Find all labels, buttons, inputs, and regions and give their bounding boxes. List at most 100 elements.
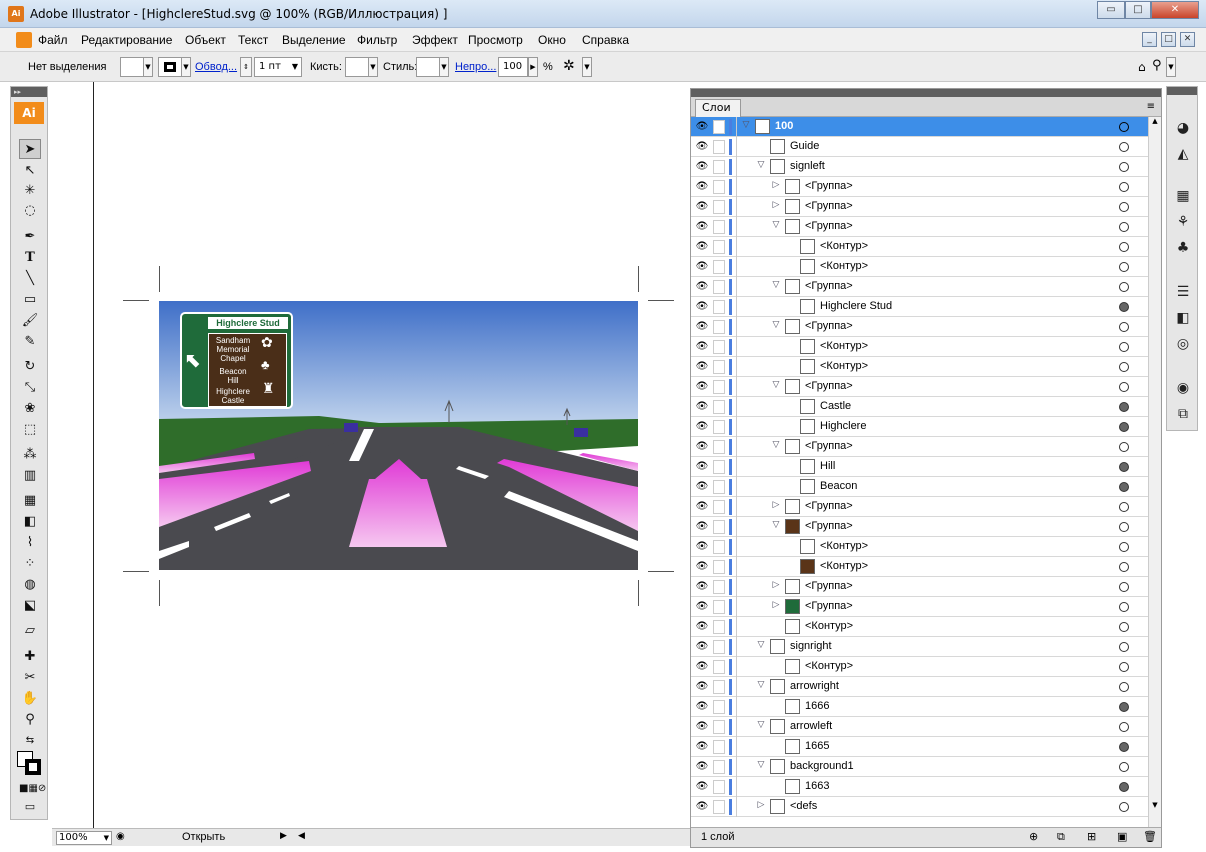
layer-row[interactable]: 👁 ▽ background1	[691, 757, 1149, 777]
visibility-eye-icon[interactable]: 👁	[695, 140, 709, 154]
target-circle-icon[interactable]	[1119, 622, 1129, 632]
visibility-eye-icon[interactable]: 👁	[695, 680, 709, 694]
stroke-color-icon[interactable]	[25, 759, 41, 775]
visibility-eye-icon[interactable]: 👁	[695, 540, 709, 554]
gradient-tool-icon[interactable]: ◧	[19, 512, 41, 532]
expand-triangle-icon[interactable]: ▽	[756, 760, 766, 770]
visibility-eye-icon[interactable]: 👁	[695, 620, 709, 634]
layer-row[interactable]: 👁 ▽ signright	[691, 637, 1149, 657]
expand-triangle-icon[interactable]: ▽	[771, 280, 781, 290]
new-layer-icon[interactable]: ▣	[1117, 830, 1127, 843]
target-circle-icon[interactable]	[1119, 222, 1129, 232]
layer-row[interactable]: 👁 Beacon	[691, 477, 1149, 497]
visibility-eye-icon[interactable]: 👁	[695, 500, 709, 514]
make-clipping-mask-icon[interactable]: ⧉	[1057, 830, 1065, 844]
layer-row[interactable]: 👁 ▽ <Группа>	[691, 437, 1149, 457]
line-tool-icon[interactable]: ╲	[19, 269, 41, 289]
visibility-eye-icon[interactable]: 👁	[695, 760, 709, 774]
graph-tool-icon[interactable]: ▥	[19, 466, 41, 486]
layer-row[interactable]: 👁 ▽ signleft	[691, 157, 1149, 177]
target-circle-icon[interactable]	[1119, 442, 1129, 452]
recolor-icon[interactable]: ✲	[563, 58, 575, 74]
visibility-eye-icon[interactable]: 👁	[695, 640, 709, 654]
menu-file[interactable]: Файл	[38, 33, 68, 47]
target-circle-icon[interactable]	[1119, 362, 1129, 372]
maximize-button[interactable]: □	[1125, 1, 1151, 19]
stroke-weight-stepper[interactable]: ⇕	[240, 57, 252, 77]
menu-edit[interactable]: Редактирование	[81, 33, 172, 47]
target-circle-icon[interactable]	[1119, 302, 1129, 312]
layer-row[interactable]: 👁 <Контур>	[691, 257, 1149, 277]
target-circle-icon[interactable]	[1119, 562, 1129, 572]
status-arrow-icon[interactable]: ▶	[280, 831, 287, 841]
rectangle-tool-icon[interactable]: ▭	[19, 290, 41, 310]
target-circle-icon[interactable]	[1119, 142, 1129, 152]
doc-restore-button[interactable]: □	[1161, 32, 1176, 47]
lock-toggle[interactable]	[713, 600, 725, 614]
expand-triangle-icon[interactable]: ▽	[771, 220, 781, 230]
expand-triangle-icon[interactable]: ▽	[771, 380, 781, 390]
visibility-eye-icon[interactable]: 👁	[695, 220, 709, 234]
layer-row[interactable]: 👁 ▷ <Группа>	[691, 177, 1149, 197]
magic-wand-tool-icon[interactable]: ✳	[19, 181, 41, 201]
brush-dropdown[interactable]: ▼	[368, 57, 378, 77]
opacity-field[interactable]: 100	[498, 57, 528, 77]
lock-toggle[interactable]	[713, 220, 725, 234]
lock-toggle[interactable]	[713, 420, 725, 434]
lock-toggle[interactable]	[713, 780, 725, 794]
lock-toggle[interactable]	[713, 140, 725, 154]
target-circle-icon[interactable]	[1119, 602, 1129, 612]
layer-row[interactable]: 👁 1665	[691, 737, 1149, 757]
expand-triangle-icon[interactable]: ▽	[756, 160, 766, 170]
minimize-button[interactable]: ▭	[1097, 1, 1125, 19]
selection-tool-icon[interactable]: ➤	[19, 139, 41, 159]
dock-header[interactable]	[1167, 87, 1197, 95]
visibility-eye-icon[interactable]: 👁	[695, 740, 709, 754]
opacity-link[interactable]: Непро...	[455, 61, 496, 73]
visibility-eye-icon[interactable]: 👁	[695, 360, 709, 374]
lock-toggle[interactable]	[713, 760, 725, 774]
visibility-eye-icon[interactable]: 👁	[695, 120, 709, 134]
layer-row[interactable]: 👁 ▽ <Группа>	[691, 517, 1149, 537]
menu-view[interactable]: Просмотр	[468, 33, 523, 47]
transparency-panel-icon[interactable]: ◎	[1171, 333, 1195, 355]
lock-toggle[interactable]	[713, 280, 725, 294]
lock-toggle[interactable]	[713, 720, 725, 734]
target-circle-icon[interactable]	[1119, 522, 1129, 532]
layer-row[interactable]: 👁 ▷ <Группа>	[691, 497, 1149, 517]
lock-toggle[interactable]	[713, 800, 725, 814]
swap-fill-stroke-icon[interactable]: ⇆	[19, 731, 41, 751]
lock-toggle[interactable]	[713, 180, 725, 194]
locate-object-icon[interactable]: ⊕	[1029, 830, 1038, 843]
lock-toggle[interactable]	[713, 620, 725, 634]
layer-row[interactable]: 👁 ▷ <Группа>	[691, 597, 1149, 617]
gradient-panel-icon[interactable]: ◧	[1171, 307, 1195, 329]
target-circle-icon[interactable]	[1119, 662, 1129, 672]
lock-toggle[interactable]	[713, 460, 725, 474]
style-dropdown[interactable]: ▼	[439, 57, 449, 77]
target-circle-icon[interactable]	[1119, 642, 1129, 652]
visibility-eye-icon[interactable]: 👁	[695, 700, 709, 714]
layer-row[interactable]: 👁 ▽ <Группа>	[691, 277, 1149, 297]
visibility-eye-icon[interactable]: 👁	[695, 300, 709, 314]
visibility-eye-icon[interactable]: 👁	[695, 600, 709, 614]
lock-toggle[interactable]	[713, 540, 725, 554]
layer-row[interactable]: 👁 1666	[691, 697, 1149, 717]
menu-help[interactable]: Справка	[582, 33, 629, 47]
expand-triangle-icon[interactable]: ▽	[771, 520, 781, 530]
visibility-eye-icon[interactable]: 👁	[695, 180, 709, 194]
graphic-styles-panel-icon[interactable]: ⧉	[1171, 403, 1195, 425]
stroke-panel-icon[interactable]: ☰	[1171, 281, 1195, 303]
stroke-weight-select[interactable]: 1 пт ▼	[254, 57, 302, 77]
expand-triangle-icon[interactable]: ▷	[771, 180, 781, 190]
visibility-eye-icon[interactable]: 👁	[695, 520, 709, 534]
target-circle-icon[interactable]	[1119, 682, 1129, 692]
layer-row[interactable]: 👁 <Контур>	[691, 237, 1149, 257]
paintbrush-tool-icon[interactable]: 🖌	[19, 311, 41, 331]
live-paint-tool-icon[interactable]: ◍	[19, 575, 41, 595]
close-button[interactable]: ✕	[1151, 1, 1199, 19]
visibility-eye-icon[interactable]: 👁	[695, 460, 709, 474]
layer-row[interactable]: 👁 1663	[691, 777, 1149, 797]
layer-row[interactable]: 👁 <Контур>	[691, 617, 1149, 637]
target-circle-icon[interactable]	[1119, 182, 1129, 192]
